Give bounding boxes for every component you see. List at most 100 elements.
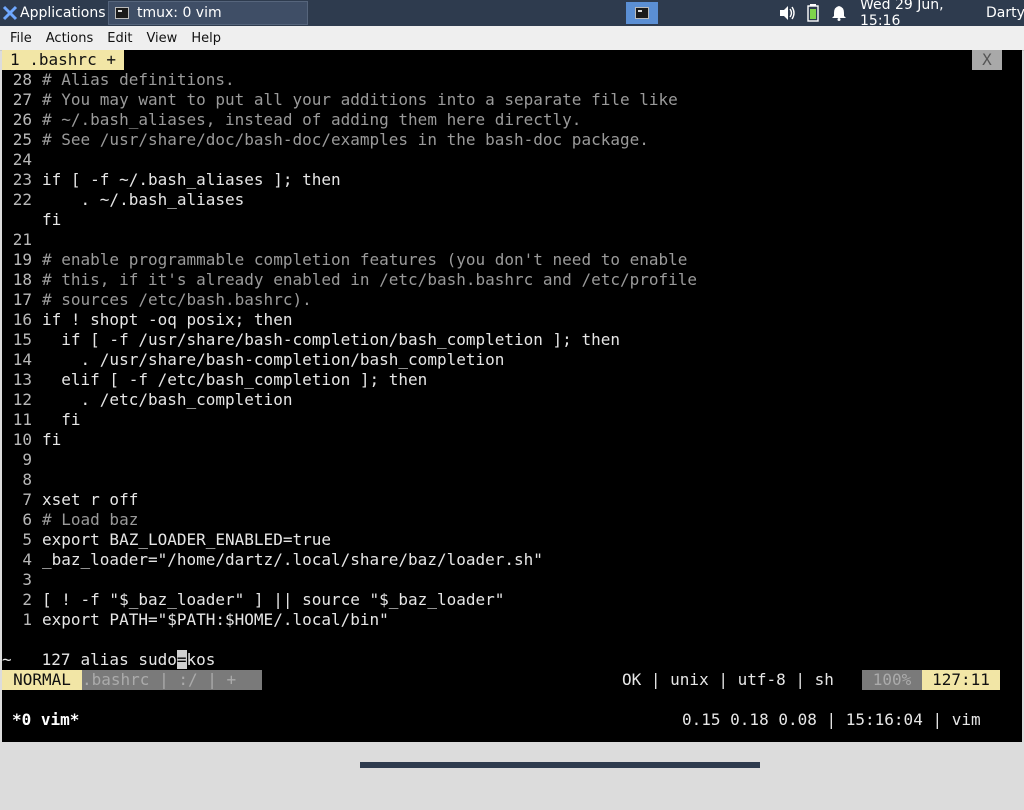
- vim-tabline: 1 .bashrc + X: [2, 50, 1022, 70]
- volume-icon[interactable]: [776, 5, 798, 21]
- tab-close-button[interactable]: X: [972, 50, 1002, 70]
- line-text: fi: [42, 410, 81, 429]
- line-number: 22: [12, 190, 32, 209]
- menu-edit[interactable]: Edit: [103, 31, 142, 46]
- line-text: export PATH="$PATH:$HOME/.local/bin": [42, 610, 389, 629]
- line-number: 9: [22, 450, 32, 469]
- bottom-panel-edge: [360, 762, 760, 768]
- menu-help[interactable]: Help: [187, 31, 231, 46]
- code-line[interactable]: 7 xset r off: [2, 490, 138, 510]
- line-text: [32, 230, 42, 249]
- window-menubar: File Actions Edit View Help: [0, 26, 1024, 51]
- terminal-icon: [115, 7, 129, 19]
- taskbar-button-tmux[interactable]: tmux: 0 vim: [108, 1, 308, 25]
- line-text: alias sudo: [80, 650, 177, 669]
- code-line[interactable]: 11 fi: [2, 410, 81, 430]
- line-text: fi: [42, 210, 62, 229]
- battery-icon[interactable]: [802, 4, 824, 22]
- code-line[interactable]: 24: [2, 150, 42, 170]
- line-text: # this, if it's already enabled in /etc/…: [42, 270, 698, 289]
- menu-file[interactable]: File: [0, 31, 42, 46]
- menu-actions[interactable]: Actions: [42, 31, 104, 46]
- vim-statusline: NORMAL .bashrc | :/ | + OK | unix | utf-…: [2, 670, 1002, 690]
- terminal-area[interactable]: 1 .bashrc + X 28 # Alias definitions. 27 # …: [2, 50, 1022, 742]
- workspace-button[interactable]: [626, 2, 658, 24]
- line-number: 17: [12, 290, 32, 309]
- line-text: if [ -f /usr/share/bash-completion/bash_…: [42, 330, 620, 349]
- user-menu[interactable]: Darty: [986, 0, 1024, 26]
- code-line[interactable]: 4 _baz_loader="/home/dartz/.local/share/b…: [2, 550, 543, 570]
- menu-view[interactable]: View: [142, 31, 187, 46]
- code-line[interactable]: 18 # this, if it's already enabled in /et…: [2, 270, 697, 290]
- line-text: if [ -f ~/.bash_aliases ]; then: [42, 170, 341, 189]
- code-line[interactable]: 27 # You may want to put all your additio…: [2, 90, 678, 110]
- code-line[interactable]: 1 export PATH="$PATH:$HOME/.local/bin": [2, 610, 389, 630]
- code-line[interactable]: 8: [2, 470, 42, 490]
- line-number: 15: [12, 330, 32, 349]
- code-line[interactable]: 3: [2, 570, 42, 590]
- code-line[interactable]: 17 # sources /etc/bash.bashrc).: [2, 290, 312, 310]
- current-line[interactable]: 127 alias sudo=kos: [2, 630, 215, 669]
- status-position: 127:11: [922, 670, 1000, 690]
- tmux-statusbar: *0 vim* 0.15 0.18 0.08 | 15:16:04 | vim: [2, 710, 1002, 730]
- code-line[interactable]: 6 # Load baz: [2, 510, 138, 530]
- line-text: elif [ -f /etc/bash_completion ]; then: [42, 370, 428, 389]
- line-text: [32, 470, 42, 489]
- clock[interactable]: Wed 29 Jun, 15:16: [860, 0, 978, 29]
- code-line[interactable]: 13 elif [ -f /etc/bash_completion ]; the…: [2, 370, 428, 390]
- line-text: export BAZ_LOADER_ENABLED=true: [42, 530, 331, 549]
- code-line[interactable]: 10 fi: [2, 430, 62, 450]
- tilde-line: ~: [2, 650, 12, 669]
- code-line[interactable]: fi: [2, 210, 61, 230]
- line-text: # You may want to put all your additions…: [42, 90, 678, 109]
- line-number: 12: [12, 390, 32, 409]
- line-text: xset r off: [42, 490, 139, 509]
- line-number: 8: [22, 470, 32, 489]
- line-number: 127: [41, 650, 71, 669]
- line-number: 11: [12, 410, 32, 429]
- line-number: 25: [12, 130, 32, 149]
- code-line[interactable]: 22 . ~/.bash_aliases: [2, 190, 245, 210]
- line-text: # ~/.bash_aliases, instead of adding the…: [42, 110, 582, 129]
- line-number: 2: [22, 590, 32, 609]
- code-line[interactable]: 15 if [ -f /usr/share/bash-completion/ba…: [2, 330, 620, 350]
- code-line[interactable]: 16 if ! shopt -oq posix; then: [2, 310, 293, 330]
- code-line[interactable]: 28 # Alias definitions.: [2, 70, 235, 90]
- tab-bashrc[interactable]: 1 .bashrc +: [2, 50, 124, 70]
- cursor: =: [176, 650, 187, 669]
- notifications-bell-icon[interactable]: [828, 5, 850, 21]
- line-text: kos: [186, 650, 216, 669]
- line-text: [32, 150, 42, 169]
- line-number: 27: [12, 90, 32, 109]
- system-tray: [776, 0, 854, 26]
- line-number: 7: [22, 490, 32, 509]
- top-panel: Applications tmux: 0 vim Wed 29 Jun, 15:…: [0, 0, 1024, 29]
- line-number: 6: [22, 510, 32, 529]
- taskbar-label: tmux: 0 vim: [137, 5, 222, 21]
- code-line[interactable]: 9: [2, 450, 42, 470]
- code-line[interactable]: 5 export BAZ_LOADER_ENABLED=true: [2, 530, 331, 550]
- line-text: if ! shopt -oq posix; then: [42, 310, 293, 329]
- code-line[interactable]: 23 if [ -f ~/.bash_aliases ]; then: [2, 170, 341, 190]
- line-text: [ ! -f "$_baz_loader" ] || source "$_baz…: [42, 590, 505, 609]
- line-text: . /etc/bash_completion: [42, 390, 293, 409]
- status-info: OK | unix | utf-8 | sh: [622, 670, 834, 689]
- code-line[interactable]: 21: [2, 230, 42, 250]
- line-number: 16: [12, 310, 32, 329]
- code-line[interactable]: 19 # enable programmable completion featu…: [2, 250, 688, 270]
- line-number: 18: [12, 270, 32, 289]
- line-number: 1: [22, 610, 32, 629]
- terminal-icon: [635, 7, 649, 19]
- line-number: 13: [12, 370, 32, 389]
- tmux-window-vim[interactable]: *0 vim*: [12, 710, 79, 730]
- code-line[interactable]: 14 . /usr/share/bash-completion/bash_com…: [2, 350, 505, 370]
- line-text: # Alias definitions.: [42, 70, 235, 89]
- code-line[interactable]: 26 # ~/.bash_aliases, instead of adding t…: [2, 110, 582, 130]
- line-number: 10: [12, 430, 32, 449]
- line-text: [32, 570, 42, 589]
- code-line[interactable]: 12 . /etc/bash_completion: [2, 390, 293, 410]
- code-line[interactable]: 2 [ ! -f "$_baz_loader" ] || source "$_ba…: [2, 590, 504, 610]
- code-line[interactable]: 25 # See /usr/share/doc/bash-doc/examples…: [2, 130, 649, 150]
- status-file: .bashrc | :/ | +: [82, 670, 262, 690]
- applications-menu[interactable]: Applications: [0, 0, 106, 26]
